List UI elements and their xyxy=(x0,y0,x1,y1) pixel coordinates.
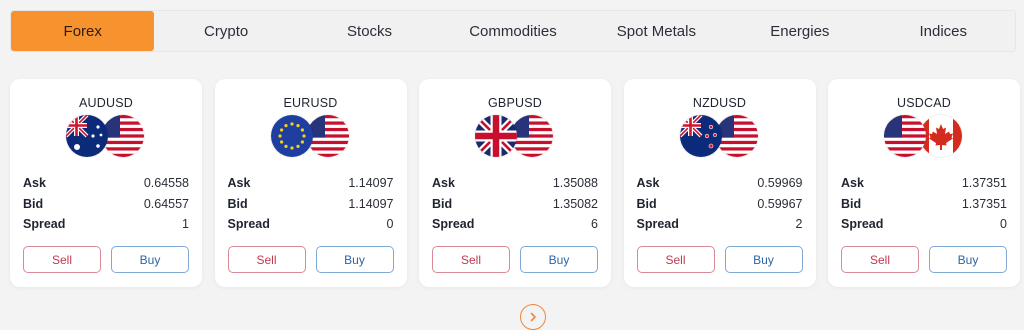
quote-card-usdcad: USDCAD Ask 1.37351 Bid 1.37351 Spread 0 … xyxy=(828,79,1020,287)
quote-card-eurusd: EURUSD Ask 1.14097 Bid 1.14097 Spread 0 … xyxy=(214,79,407,287)
spread-row: Spread 0 xyxy=(841,214,1007,235)
spread-value: 2 xyxy=(795,217,803,232)
spread-label: Spread xyxy=(23,217,66,232)
bid-label: Bid xyxy=(636,196,657,211)
ask-value: 0.59969 xyxy=(757,176,803,191)
ask-row: Ask 1.37351 xyxy=(841,173,1007,194)
spread-row: Spread 2 xyxy=(637,214,803,235)
ask-label: Ask xyxy=(636,176,660,191)
usa-flag-icon xyxy=(715,115,758,157)
sell-button[interactable]: Sell xyxy=(23,246,101,273)
canada-flag-icon xyxy=(920,115,962,157)
chevron-right-icon xyxy=(530,312,536,322)
bid-row: Bid 1.35082 xyxy=(432,194,598,215)
buy-button[interactable]: Buy xyxy=(724,246,803,273)
new-zealand-flag-icon xyxy=(679,115,722,157)
bid-value: 1.35082 xyxy=(552,196,598,211)
bid-label: Bid xyxy=(227,196,248,211)
sell-button[interactable]: Sell xyxy=(636,246,715,273)
quote-card-gbpusd: GBPUSD Ask 1.35088 Bid 1.35082 Spread 6 … xyxy=(419,79,611,287)
bid-row: Bid 0.59967 xyxy=(637,194,803,215)
flag-pair xyxy=(66,115,146,157)
bid-label: Bid xyxy=(841,196,862,211)
australia-flag-icon xyxy=(66,115,108,157)
buy-button[interactable]: Buy xyxy=(929,246,1007,273)
spread-row: Spread 0 xyxy=(228,214,394,235)
usa-flag-icon xyxy=(102,115,144,157)
ask-value: 1.37351 xyxy=(961,176,1007,191)
tab-stocks[interactable]: Stocks xyxy=(298,11,441,51)
bid-row: Bid 1.14097 xyxy=(228,194,394,215)
market-tabs: Forex Crypto Stocks Commodities Spot Met… xyxy=(10,10,1016,52)
next-page-button[interactable] xyxy=(520,304,546,330)
bid-row: Bid 0.64557 xyxy=(23,194,189,215)
bid-label: Bid xyxy=(432,196,453,211)
spread-value: 0 xyxy=(1000,217,1007,232)
usa-flag-icon xyxy=(511,115,553,157)
pair-name: USDCAD xyxy=(897,96,951,110)
spread-row: Spread 1 xyxy=(23,214,189,235)
ask-label: Ask xyxy=(432,176,455,191)
uk-flag-icon xyxy=(475,115,517,157)
spread-label: Spread xyxy=(841,217,884,232)
sell-button[interactable]: Sell xyxy=(432,246,510,273)
quote-cards: AUDUSD Ask 0.64558 Bid 0.64557 Spread 1 … xyxy=(10,79,1020,287)
flag-pair xyxy=(475,115,555,157)
flag-pair xyxy=(679,115,760,157)
pair-name: GBPUSD xyxy=(488,96,542,110)
sell-button[interactable]: Sell xyxy=(227,246,306,273)
ask-label: Ask xyxy=(23,176,46,191)
flag-pair xyxy=(884,115,964,157)
ask-value: 1.14097 xyxy=(348,176,394,191)
flag-pair xyxy=(270,115,351,157)
pair-name: EURUSD xyxy=(283,96,338,110)
tab-spot-metals[interactable]: Spot Metals xyxy=(585,11,728,51)
bid-value: 0.59967 xyxy=(757,196,803,211)
bid-value: 1.14097 xyxy=(348,196,394,211)
tab-forex[interactable]: Forex xyxy=(11,11,155,51)
tab-energies[interactable]: Energies xyxy=(728,11,871,51)
usa-flag-icon xyxy=(884,115,926,157)
buy-button[interactable]: Buy xyxy=(520,246,598,273)
quote-card-audusd: AUDUSD Ask 0.64558 Bid 0.64557 Spread 1 … xyxy=(10,79,202,287)
pair-name: NZDUSD xyxy=(692,96,747,110)
spread-label: Spread xyxy=(636,217,679,232)
tab-crypto[interactable]: Crypto xyxy=(154,11,297,51)
buy-button[interactable]: Buy xyxy=(111,246,189,273)
ask-value: 0.64558 xyxy=(143,176,189,191)
ask-row: Ask 0.59969 xyxy=(637,173,803,194)
tab-indices[interactable]: Indices xyxy=(872,11,1015,51)
sell-button[interactable]: Sell xyxy=(841,246,919,273)
spread-value: 0 xyxy=(386,217,394,232)
spread-value: 6 xyxy=(591,217,598,232)
bid-row: Bid 1.37351 xyxy=(841,194,1007,215)
ask-row: Ask 1.35088 xyxy=(432,173,598,194)
bid-value: 1.37351 xyxy=(961,196,1007,211)
bid-label: Bid xyxy=(23,196,44,211)
ask-value: 1.35088 xyxy=(552,176,598,191)
quote-card-nzdusd: NZDUSD Ask 0.59969 Bid 0.59967 Spread 2 … xyxy=(623,79,816,287)
ask-label: Ask xyxy=(841,176,864,191)
tab-commodities[interactable]: Commodities xyxy=(441,11,584,51)
ask-row: Ask 0.64558 xyxy=(23,173,189,194)
pair-name: AUDUSD xyxy=(79,96,133,110)
ask-row: Ask 1.14097 xyxy=(228,173,394,194)
spread-label: Spread xyxy=(227,217,270,232)
eu-flag-icon xyxy=(270,115,313,157)
buy-button[interactable]: Buy xyxy=(315,246,394,273)
spread-label: Spread xyxy=(432,217,475,232)
usa-flag-icon xyxy=(306,115,349,157)
spread-value: 1 xyxy=(182,217,189,232)
ask-label: Ask xyxy=(227,176,251,191)
bid-value: 0.64557 xyxy=(143,196,189,211)
spread-row: Spread 6 xyxy=(432,214,598,235)
